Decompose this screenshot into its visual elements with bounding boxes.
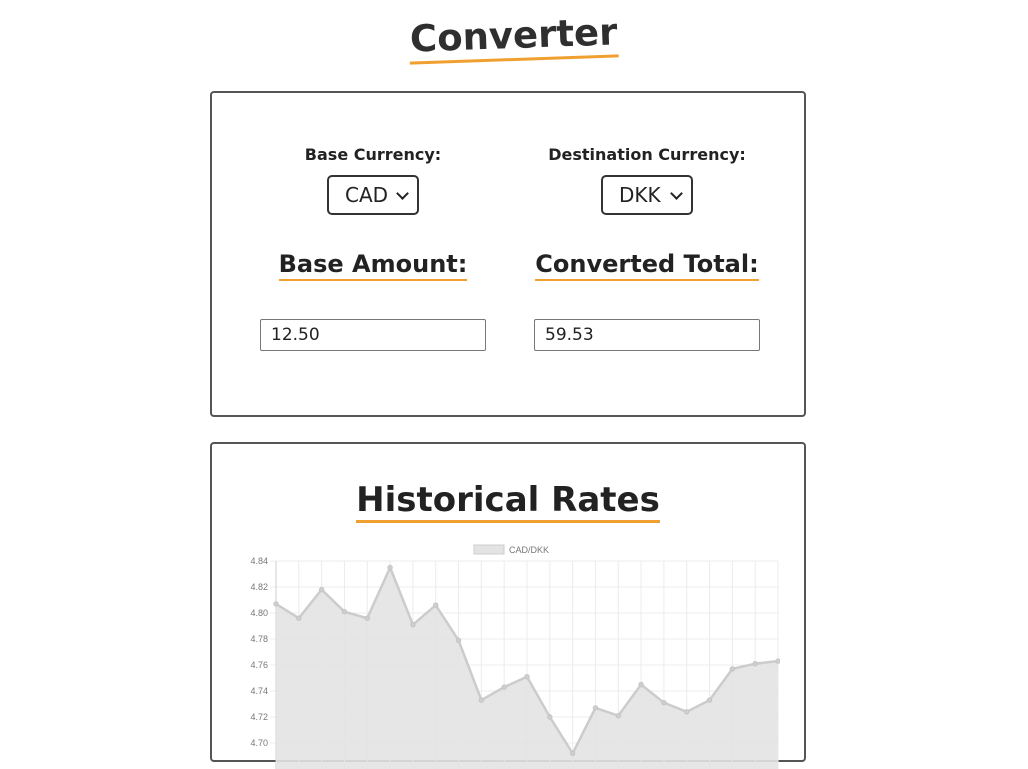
base-amount-input[interactable]: 12.50	[260, 319, 486, 351]
page-title-wrap: Converter	[0, 14, 1028, 61]
data-point	[411, 623, 415, 627]
data-point	[479, 698, 483, 702]
data-point	[776, 659, 780, 663]
converted-total-input[interactable]: 59.53	[534, 319, 760, 351]
data-point	[274, 602, 278, 606]
y-tick-label: 4.82	[250, 582, 268, 592]
data-point	[525, 675, 529, 679]
y-tick-label: 4.84	[250, 556, 268, 566]
base-currency-select[interactable]: CAD	[327, 175, 419, 215]
data-point	[456, 638, 460, 642]
converted-total-heading-text: Converted Total:	[535, 249, 758, 281]
y-tick-label: 4.78	[250, 634, 268, 644]
data-point	[685, 710, 689, 714]
data-point	[662, 701, 666, 705]
data-point	[297, 616, 301, 620]
data-point	[616, 714, 620, 718]
history-title-text: Historical Rates	[356, 480, 660, 523]
legend-swatch	[474, 545, 504, 554]
data-point	[570, 751, 574, 755]
data-point	[388, 565, 392, 569]
y-tick-label: 4.70	[250, 738, 268, 748]
history-card: Historical Rates 4.84 4.82 4.80 4.78 4.76 4.7…	[210, 442, 806, 762]
data-point	[319, 587, 323, 591]
data-point	[753, 662, 757, 666]
destination-currency-value: DKK	[619, 183, 661, 207]
data-point	[434, 603, 438, 607]
base-amount-heading: Base Amount:	[260, 249, 486, 281]
y-tick-label: 4.72	[250, 712, 268, 722]
data-point	[548, 715, 552, 719]
history-title: Historical Rates	[212, 480, 804, 523]
base-currency-value: CAD	[345, 183, 388, 207]
base-amount-heading-text: Base Amount:	[279, 249, 468, 281]
destination-currency-select[interactable]: DKK	[601, 175, 693, 215]
chevron-down-icon	[670, 187, 683, 200]
destination-currency-label: Destination Currency:	[534, 145, 760, 164]
data-point	[342, 610, 346, 614]
data-point	[593, 706, 597, 710]
converter-card: Base Currency: CAD Base Amount: 12.50 De…	[210, 91, 806, 417]
data-point	[365, 616, 369, 620]
y-tick-label: 4.80	[250, 608, 268, 618]
data-point	[730, 667, 734, 671]
page-title: Converter	[409, 10, 620, 64]
chevron-down-icon	[396, 187, 409, 200]
converted-total-heading: Converted Total:	[534, 249, 760, 281]
y-tick-label: 4.74	[250, 686, 268, 696]
y-tick-label: 4.76	[250, 660, 268, 670]
base-currency-label: Base Currency:	[260, 145, 486, 164]
data-point	[707, 698, 711, 702]
legend-label: CAD/DKK	[509, 545, 549, 555]
historical-rates-chart: 4.84 4.82 4.80 4.78 4.76 4.74 4.72 4.70 CAD/DKK	[240, 539, 780, 769]
data-point	[502, 685, 506, 689]
data-point	[639, 682, 643, 686]
